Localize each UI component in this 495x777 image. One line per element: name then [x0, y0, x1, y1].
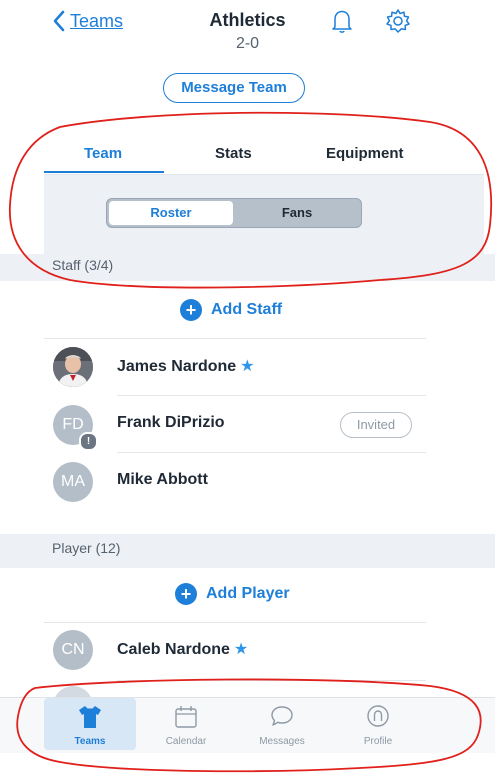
add-player-button[interactable]: + Add Player: [175, 583, 290, 605]
divider: [117, 680, 426, 681]
active-tab-indicator: [44, 171, 164, 173]
divider: [117, 452, 426, 453]
page-title: Athletics: [209, 10, 286, 30]
team-record: 2-0: [235, 35, 260, 48]
jersey-icon: [79, 706, 101, 728]
user-photo-icon: [53, 347, 93, 387]
team-tabs: Team Stats Equipment: [44, 140, 484, 175]
staff-name: Frank DiPrizio: [117, 414, 225, 431]
message-team-button[interactable]: Message Team: [163, 73, 305, 103]
roster-fans-toggle: Roster Fans: [106, 198, 362, 228]
gear-icon[interactable]: [385, 8, 411, 34]
staff-header: Staff (3/4): [52, 257, 114, 273]
plus-icon: +: [180, 299, 202, 321]
staff-name: Mike Abbott: [117, 471, 208, 488]
divider: [44, 622, 426, 623]
tab-team[interactable]: Team: [84, 145, 122, 162]
list-item[interactable]: Mike Abbott: [117, 471, 208, 489]
bell-icon[interactable]: [330, 8, 354, 34]
add-staff-label: Add Staff: [211, 301, 283, 318]
chat-bubble-icon: [271, 706, 293, 726]
tab-label: Teams: [74, 736, 106, 747]
profile-icon: [367, 705, 389, 727]
tab-calendar[interactable]: Calendar: [140, 698, 232, 750]
add-staff-button[interactable]: + Add Staff: [180, 299, 282, 321]
plus-icon: +: [175, 583, 197, 605]
avatar: MA: [53, 462, 93, 502]
exclamation-icon: !: [79, 432, 98, 451]
staff-name: James Nardone: [117, 358, 237, 375]
player-header: Player (12): [52, 540, 121, 556]
avatar: CN: [53, 630, 93, 670]
tab-label: Profile: [363, 736, 393, 747]
status-badge: Invited: [340, 412, 412, 438]
star-icon: ★: [240, 358, 255, 375]
avatar: [53, 347, 93, 387]
calendar-icon: [175, 706, 197, 728]
list-item[interactable]: James Nardone ★: [117, 356, 255, 376]
list-item[interactable]: Caleb Nardone ★: [117, 639, 248, 659]
tab-profile[interactable]: Profile: [332, 698, 424, 750]
list-item[interactable]: Frank DiPrizio: [117, 414, 225, 432]
nav-bar: Teams Athletics 2-0: [0, 0, 495, 48]
tab-stats[interactable]: Stats: [215, 145, 252, 162]
star-icon: ★: [233, 641, 249, 658]
bottom-tab-bar: Teams Calendar Messages Profile: [0, 697, 495, 753]
segment-fans[interactable]: Fans: [235, 201, 359, 225]
add-player-label: Add Player: [206, 585, 290, 602]
tab-equipment[interactable]: Equipment: [326, 145, 404, 162]
player-name: Caleb Nardone: [117, 641, 230, 658]
segment-roster[interactable]: Roster: [109, 201, 233, 225]
tab-teams[interactable]: Teams: [44, 698, 136, 750]
tab-messages[interactable]: Messages: [236, 698, 328, 750]
divider: [44, 338, 426, 339]
tab-label: Calendar: [165, 736, 207, 747]
divider: [117, 395, 426, 396]
tab-label: Messages: [259, 736, 305, 747]
